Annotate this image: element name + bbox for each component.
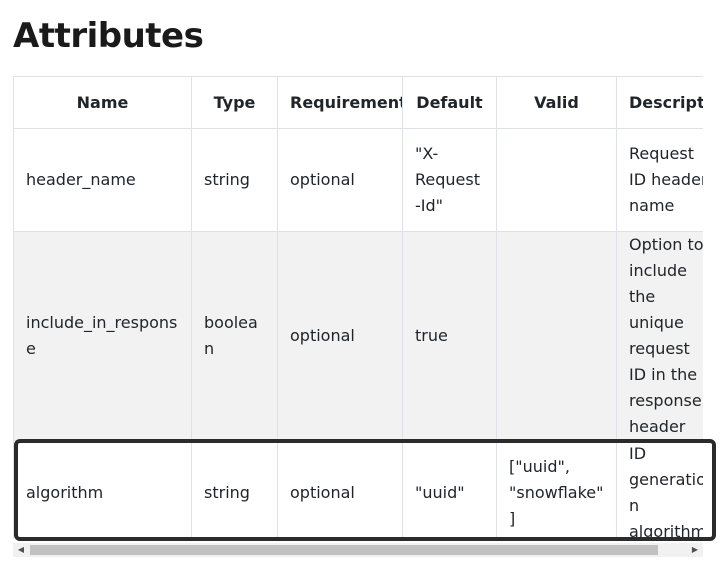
- cell-valid: ["uuid", "snowflake"]: [496, 440, 617, 538]
- cell-name: header_name: [13, 128, 192, 232]
- cell-valid: [496, 231, 617, 441]
- cell-name: include_in_response: [13, 231, 192, 441]
- horizontal-scrollbar[interactable]: ◀ ▶: [13, 543, 703, 557]
- column-header-type: Type: [191, 76, 278, 129]
- cell-description: ID generation algorithm: [616, 440, 703, 538]
- scroll-left-arrow-icon[interactable]: ◀: [13, 543, 29, 557]
- column-header-default: Default: [402, 76, 497, 129]
- cell-name: algorithm: [13, 440, 192, 538]
- description-text: ID generation algorithm: [629, 444, 703, 538]
- table-row: include_in_response boolean optional tru…: [13, 231, 703, 441]
- cell-default: "X-Request-Id": [402, 128, 497, 232]
- cell-requirement: optional: [277, 128, 403, 232]
- column-header-name: Name: [13, 76, 192, 129]
- description-text: Option to include the unique request ID …: [629, 235, 703, 436]
- attributes-table: Name Type Requirement Default Valid Desc…: [13, 76, 703, 538]
- table-scroll-container[interactable]: Name Type Requirement Default Valid Desc…: [13, 76, 703, 538]
- table-header-row: Name Type Requirement Default Valid Desc…: [13, 76, 703, 129]
- scrollbar-thumb[interactable]: [30, 545, 658, 555]
- cell-type: boolean: [191, 231, 278, 441]
- cell-type: string: [191, 440, 278, 538]
- description-text: Request ID header name: [629, 144, 703, 215]
- scroll-right-arrow-icon[interactable]: ▶: [687, 543, 703, 557]
- cell-description: Option to include the unique request ID …: [616, 231, 703, 441]
- cell-requirement: optional: [277, 440, 403, 538]
- column-header-description: Descriptio: [616, 76, 703, 129]
- page-title: Attributes: [13, 16, 204, 56]
- cell-default: "uuid": [402, 440, 497, 538]
- column-header-valid: Valid: [496, 76, 617, 129]
- cell-default: true: [402, 231, 497, 441]
- table-row: header_name string optional "X-Request-I…: [13, 128, 703, 232]
- table-row: algorithm string optional "uuid" ["uuid"…: [13, 440, 703, 538]
- cell-description: Request ID header name: [616, 128, 703, 232]
- cell-type: string: [191, 128, 278, 232]
- column-header-requirement: Requirement: [277, 76, 403, 129]
- cell-valid: [496, 128, 617, 232]
- cell-requirement: optional: [277, 231, 403, 441]
